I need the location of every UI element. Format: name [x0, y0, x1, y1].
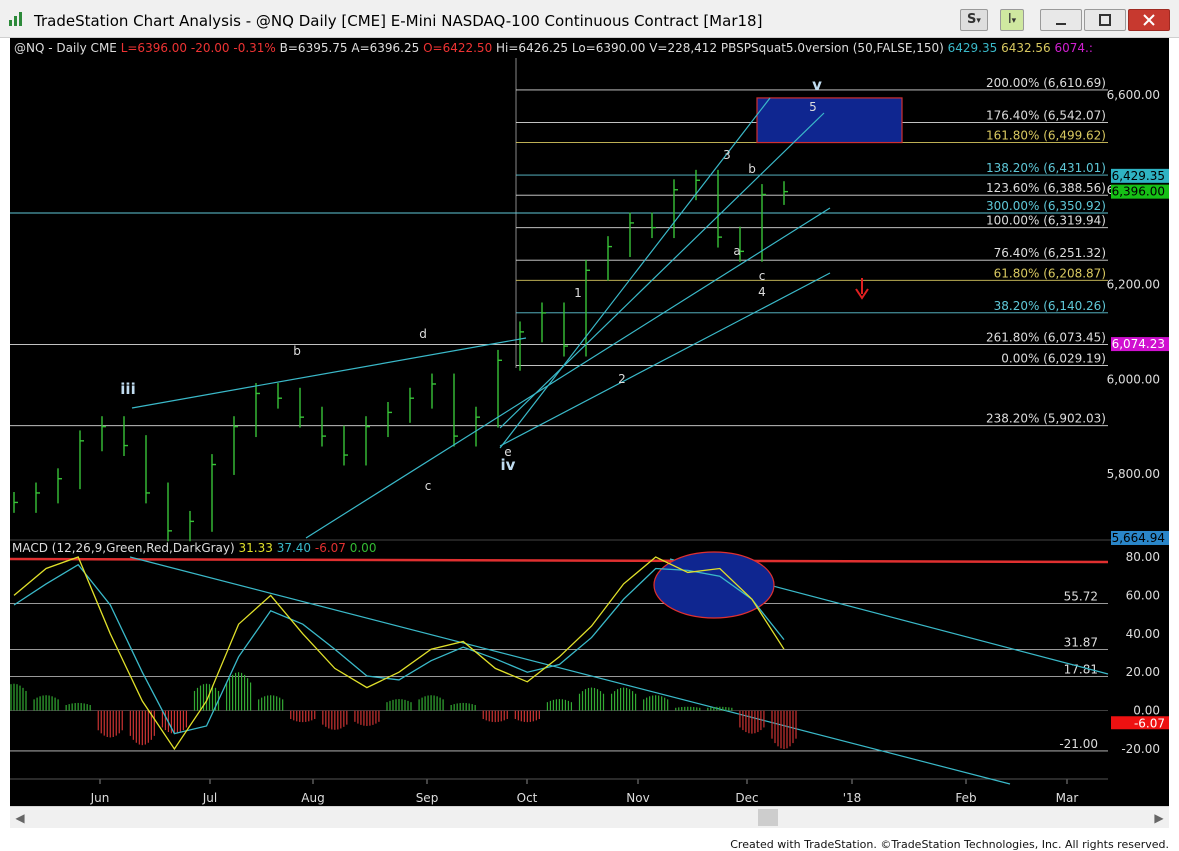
- price-header-field: PBSPSquat5.0version (50,FALSE,150): [717, 41, 944, 55]
- price-axis-tag-label: 6,396.00: [1112, 185, 1165, 199]
- price-header-field: A=6396.25: [348, 41, 420, 55]
- elliott-wave-label: v: [812, 76, 822, 94]
- scrollbar-thumb[interactable]: [758, 809, 778, 826]
- fib-level-label: 138.20% (6,431.01): [986, 161, 1106, 175]
- macd-level-label: -21.00: [1059, 737, 1098, 751]
- maximize-icon: [1099, 14, 1111, 26]
- time-axis-month-label: Feb: [955, 791, 976, 805]
- time-axis-month-label: Oct: [517, 791, 538, 805]
- price-header-field: V=228,412: [645, 41, 717, 55]
- close-button[interactable]: [1128, 9, 1170, 31]
- time-axis-month-label: Jul: [202, 791, 217, 805]
- chart-area[interactable]: 6,600.006,400.006,200.006,000.005,800.00…: [1, 38, 1169, 808]
- price-axis-tick-label: 6,200.00: [1107, 278, 1160, 292]
- interval-link-i-button[interactable]: I▾: [1000, 9, 1024, 31]
- macd-level-label: 31.87: [1064, 635, 1098, 649]
- macd-axis-tick-label: 40.00: [1126, 627, 1160, 641]
- fib-level-label: 38.20% (6,140.26): [994, 299, 1106, 313]
- time-axis-month-label: Nov: [626, 791, 649, 805]
- time-axis-month-label: '18: [843, 791, 862, 805]
- macd-axis-tick-label: -20.00: [1121, 742, 1160, 756]
- price-header-field: 6429.35: [944, 41, 997, 55]
- elliott-wave-label: 2: [618, 372, 626, 386]
- price-header-field: 6074.:: [1051, 41, 1093, 55]
- fib-level-label: 261.80% (6,073.45): [986, 330, 1106, 344]
- time-axis-month-label: Sep: [416, 791, 439, 805]
- fib-level-label: 238.20% (5,902.03): [986, 412, 1106, 426]
- time-axis-month-label: Jun: [90, 791, 110, 805]
- elliott-wave-label: d: [419, 327, 427, 341]
- elliott-wave-label: a: [733, 244, 740, 258]
- copyright-footer: Created with TradeStation. ©TradeStation…: [730, 838, 1169, 851]
- macd-header-field: MACD (12,26,9,Green,Red,DarkGray): [12, 541, 235, 555]
- fib-level-label: 0.00% (6,029.19): [1001, 351, 1106, 365]
- elliott-wave-label: 4: [758, 285, 766, 299]
- macd-highlight-ellipse: [653, 551, 775, 619]
- macd-header-line: MACD (12,26,9,Green,Red,DarkGray) 31.33 …: [12, 541, 376, 555]
- macd-level-label: 55.72: [1064, 590, 1098, 604]
- fib-level-label: 123.60% (6,388.56): [986, 181, 1106, 195]
- fib-level-label: 161.80% (6,499.62): [986, 129, 1106, 143]
- window-title: TradeStation Chart Analysis - @NQ Daily …: [34, 12, 763, 30]
- elliott-wave-label: 1: [574, 286, 582, 300]
- price-header-field: @NQ - Daily CME: [14, 41, 117, 55]
- price-axis-tag-label: 5,664.94: [1112, 531, 1165, 545]
- macd-header-field: 31.33: [235, 541, 273, 555]
- fib-level-label: 100.00% (6,319.94): [986, 214, 1106, 228]
- elliott-wave-label: iii: [120, 380, 135, 398]
- window-titlebar: TradeStation Chart Analysis - @NQ Daily …: [0, 0, 1179, 38]
- price-axis-tag-label: 6,074.23: [1112, 337, 1165, 351]
- price-header-field: B=6395.75: [276, 41, 348, 55]
- close-icon: [1143, 14, 1155, 26]
- macd-axis-tag-label: -6.07: [1134, 716, 1165, 730]
- price-axis-tick-label: 5,800.00: [1107, 467, 1160, 481]
- price-axis-tick-label: 6,600.00: [1107, 88, 1160, 102]
- elliott-wave-label: b: [748, 162, 756, 176]
- scroll-left-arrow-icon[interactable]: ◀: [12, 810, 28, 826]
- price-axis-tick-label: 6,000.00: [1107, 372, 1160, 386]
- fib-level-label: 300.00% (6,350.92): [986, 199, 1106, 213]
- fib-level-label: 176.40% (6,542.07): [986, 108, 1106, 122]
- macd-header-field: -6.07: [311, 541, 346, 555]
- chart-horizontal-scrollbar[interactable]: ◀ ▶: [10, 806, 1169, 828]
- price-header-field: O=6422.50: [419, 41, 492, 55]
- elliott-wave-label: 5: [809, 100, 817, 114]
- chart-canvas[interactable]: 6,600.006,400.006,200.006,000.005,800.00…: [1, 38, 1169, 808]
- time-axis-month-label: Aug: [301, 791, 324, 805]
- price-axis-tag-label: 6,429.35: [1112, 169, 1165, 183]
- target-zone-box: [756, 97, 903, 144]
- fib-level-label: 76.40% (6,251.32): [994, 246, 1106, 260]
- price-header-field: L=6396.00: [117, 41, 187, 55]
- elliott-wave-label: b: [293, 344, 301, 358]
- macd-axis-tick-label: 20.00: [1126, 665, 1160, 679]
- minimize-icon: [1056, 23, 1066, 25]
- time-axis-month-label: Mar: [1056, 791, 1079, 805]
- elliott-wave-label: c: [425, 479, 432, 493]
- price-header-line: @NQ - Daily CME L=6396.00 -20.00 -0.31% …: [14, 41, 1093, 55]
- macd-header-field: 37.40: [273, 541, 311, 555]
- maximize-button[interactable]: [1084, 9, 1126, 31]
- tradestation-app-icon: [9, 12, 22, 26]
- symbol-link-s-button[interactable]: S▾: [960, 9, 988, 31]
- elliott-wave-label: iv: [501, 456, 516, 474]
- price-header-field: 6432.56: [997, 41, 1050, 55]
- macd-header-field: 0.00: [346, 541, 377, 555]
- minimize-button[interactable]: [1040, 9, 1082, 31]
- macd-axis-tick-label: 60.00: [1126, 588, 1160, 602]
- time-axis-month-label: Dec: [735, 791, 758, 805]
- price-header-field: -0.31%: [230, 41, 276, 55]
- price-header-field: -20.00: [187, 41, 230, 55]
- fib-level-label: 200.00% (6,610.69): [986, 76, 1106, 90]
- elliott-wave-label: c: [759, 269, 766, 283]
- scroll-right-arrow-icon[interactable]: ▶: [1151, 810, 1167, 826]
- elliott-wave-label: 3: [723, 148, 731, 162]
- macd-axis-tick-label: 80.00: [1126, 550, 1160, 564]
- price-header-field: Hi=6426.25 Lo=6390.00: [492, 41, 645, 55]
- fib-level-label: 61.80% (6,208.87): [994, 266, 1106, 280]
